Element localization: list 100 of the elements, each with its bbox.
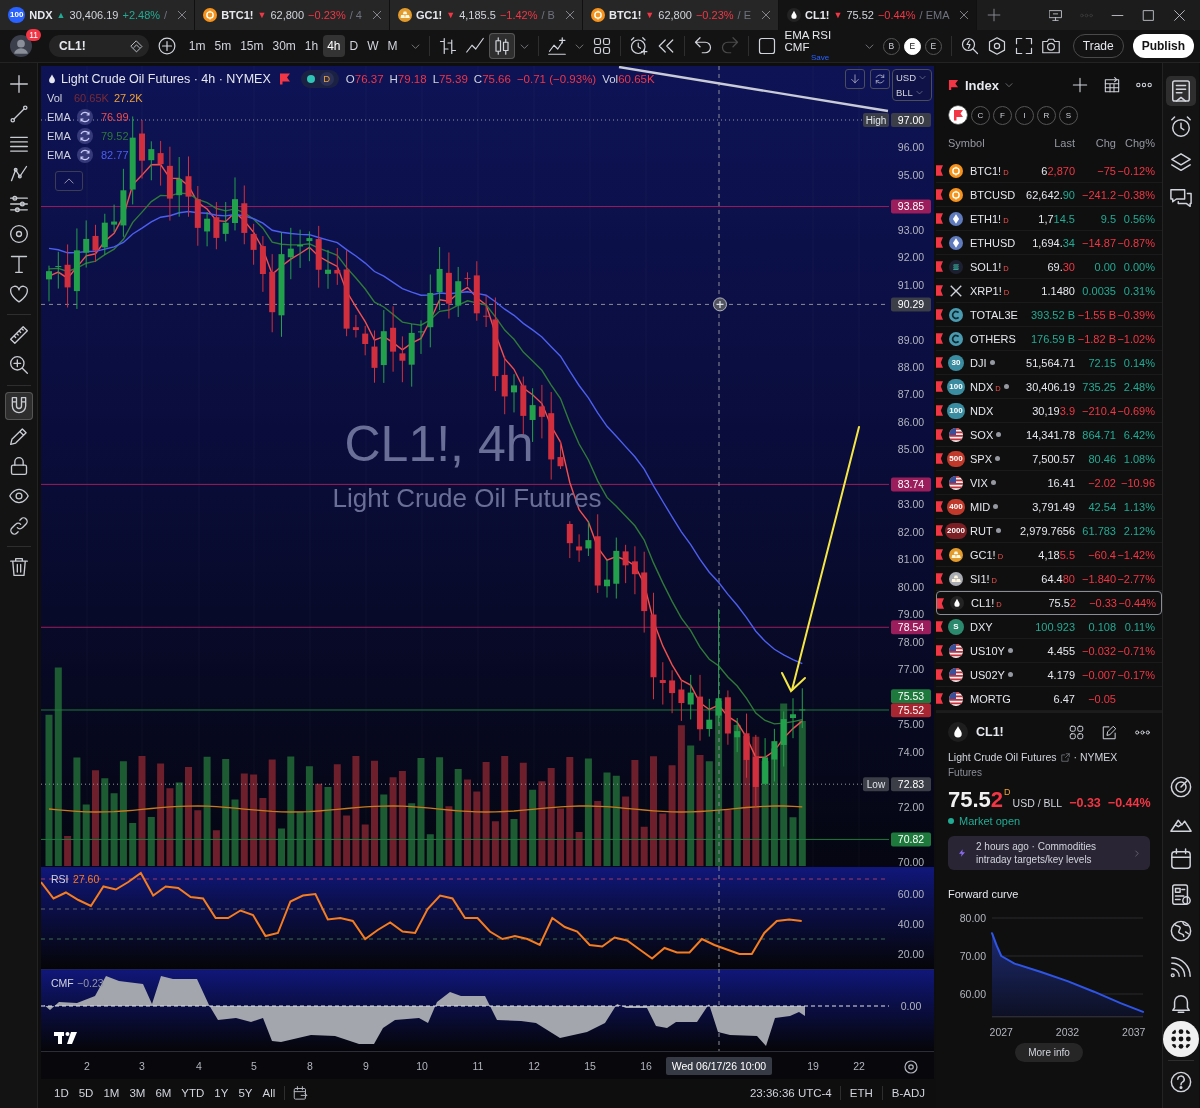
magnet-icon[interactable] (4, 392, 33, 420)
target-icon[interactable] (8, 224, 29, 244)
watchlist-row[interactable]: TOTAL3E 393.52 B −1.55 B−0.39% (936, 303, 1162, 327)
candles-icon[interactable] (488, 33, 515, 59)
currency-dropdown[interactable]: USD (896, 72, 917, 83)
chart-tab[interactable]: GC1! ▼ 4,185.5 −1.42% / B (389, 0, 583, 30)
bell-icon[interactable] (1170, 992, 1192, 1014)
watchlist-row[interactable]: US02Y 4.179 −0.007−0.17% (936, 663, 1162, 687)
arrow-down-icon[interactable] (845, 69, 865, 89)
layers-icon[interactable] (1170, 152, 1192, 174)
alarm-clock-icon[interactable] (1170, 116, 1192, 138)
line-icon[interactable] (8, 104, 29, 124)
search-icon[interactable] (960, 37, 979, 55)
newspaper-icon[interactable] (1170, 884, 1192, 906)
indicator-name[interactable]: CMF (51, 977, 74, 989)
calendar-arrow-icon[interactable] (293, 1085, 309, 1101)
logo-icon[interactable] (54, 1032, 77, 1044)
range-button[interactable]: 1Y (213, 1085, 230, 1101)
interval-button[interactable]: 1m (184, 35, 210, 57)
range-button[interactable]: 6M (154, 1085, 173, 1101)
flag-filter-icon[interactable] (948, 105, 968, 125)
four-squares-icon[interactable] (592, 37, 611, 55)
bars-icon[interactable] (438, 37, 457, 55)
text-icon[interactable] (8, 254, 29, 274)
watchlist-row[interactable]: VIX 16.41 −2.02 −10.96 (936, 471, 1162, 495)
layout-name[interactable]: EMA RSI CMF (784, 30, 856, 53)
watchlist-row[interactable]: 500 SPX 7,500.57 80.46 1.08% (936, 447, 1162, 471)
watchlist-title[interactable]: Index (965, 77, 999, 93)
interval-button[interactable]: D (345, 35, 363, 57)
circular-arrows-icon[interactable] (77, 128, 93, 144)
chart-plus-icon[interactable] (547, 37, 566, 55)
arrow-annotation[interactable] (781, 426, 860, 693)
caret-icon[interactable] (574, 41, 584, 51)
clock-plus-icon[interactable] (629, 37, 648, 55)
interval-button[interactable]: 30m (268, 35, 300, 57)
zoom-in-icon[interactable] (8, 355, 29, 375)
symbol-search-field[interactable]: CL1! (49, 35, 149, 57)
range-button[interactable]: 5Y (237, 1085, 254, 1101)
pencil-icon[interactable] (8, 426, 29, 446)
adjustment-button[interactable]: B-ADJ (890, 1085, 926, 1101)
interval-button[interactable]: 15m (236, 35, 268, 57)
external-link-icon[interactable] (1060, 752, 1070, 762)
gauge-icon[interactable] (1170, 776, 1192, 798)
close-icon[interactable] (564, 10, 575, 20)
column-header[interactable]: Last (1020, 137, 1075, 149)
close-icon[interactable] (371, 10, 382, 20)
circular-arrows-icon[interactable] (77, 109, 93, 125)
calendar-icon[interactable] (1170, 848, 1192, 870)
plus-circle-icon[interactable] (157, 37, 176, 55)
link-icon[interactable] (8, 516, 29, 536)
line-chart-icon[interactable] (465, 37, 484, 55)
circular-arrows-icon[interactable] (77, 147, 93, 163)
clock-text[interactable]: 23:36:36 UTC-4 (749, 1087, 832, 1099)
close-icon[interactable] (1173, 8, 1186, 22)
eye-icon[interactable] (8, 486, 29, 506)
more-info-button[interactable]: More info (1015, 1043, 1083, 1062)
maximize-icon[interactable] (1142, 8, 1155, 22)
range-button[interactable]: 1D (53, 1085, 70, 1101)
watchlist-row[interactable]: US10Y 4.455 −0.032−0.71% (936, 639, 1162, 663)
dot-grid-icon[interactable] (1163, 1021, 1199, 1057)
news-card[interactable]: 2 hours ago · Commodities intraday targets/key levels (948, 836, 1150, 870)
indicator-name[interactable]: RSI (51, 873, 69, 885)
settings-icon[interactable] (987, 37, 1006, 55)
square-icon[interactable] (757, 37, 776, 55)
watchlist-icon[interactable] (1166, 76, 1196, 106)
range-button[interactable]: All (261, 1085, 277, 1101)
chart-tab[interactable]: 100 NDX ▲ 30,406.19 +2.48% / (0, 0, 196, 30)
monitor-icon[interactable] (1049, 8, 1062, 22)
avatar-icon[interactable] (10, 35, 32, 57)
symbol-title[interactable]: CL1! (976, 725, 1004, 739)
fullscreen-icon[interactable] (1014, 37, 1033, 55)
column-header[interactable]: Symbol (936, 137, 1020, 149)
interval-button[interactable]: M (383, 35, 402, 57)
camera-icon[interactable] (1041, 37, 1060, 55)
table-icon[interactable] (1104, 77, 1120, 93)
chart-tab[interactable]: BTC1! ▼ 62,800 −0.23% / 4 (195, 0, 390, 30)
watchlist-row[interactable]: 30 DJI 51,564.71 72.15 0.14% (936, 351, 1162, 375)
watchlist-row[interactable]: OTHERS 176.59 B −1.82 B−1.02% (936, 327, 1162, 351)
range-button[interactable]: 3M (128, 1085, 147, 1101)
crosshair-icon[interactable] (8, 74, 29, 94)
session-button[interactable]: ETH (848, 1085, 874, 1101)
range-button[interactable]: 1M (102, 1085, 121, 1101)
indicator-name[interactable]: Vol (47, 92, 69, 104)
caret-icon[interactable] (519, 41, 529, 51)
watchlist-row[interactable]: BTCUSD 62,642.90 −241.2−0.38% (936, 183, 1162, 207)
watchlist-row[interactable]: MORTG 6.47 −0.05 (936, 687, 1162, 711)
unit-dropdown[interactable]: BLL (896, 87, 913, 98)
undo-icon[interactable] (693, 37, 712, 55)
close-icon[interactable] (761, 10, 771, 20)
watchlist-row[interactable]: ETHUSD 1,694.34 −14.87−0.87% (936, 231, 1162, 255)
wave-arcs-icon[interactable] (1170, 956, 1192, 978)
trash-icon[interactable] (8, 557, 29, 577)
symbol-name[interactable]: Light Crude Oil Futures (948, 751, 1057, 763)
settings-icon[interactable] (904, 1060, 918, 1074)
range-button[interactable]: 5D (77, 1085, 95, 1101)
sliders-icon[interactable] (8, 194, 29, 214)
trend-line[interactable] (618, 66, 889, 113)
caret-icon[interactable] (410, 41, 420, 51)
range-button[interactable]: YTD (180, 1085, 206, 1101)
edit-icon[interactable] (1102, 724, 1117, 740)
